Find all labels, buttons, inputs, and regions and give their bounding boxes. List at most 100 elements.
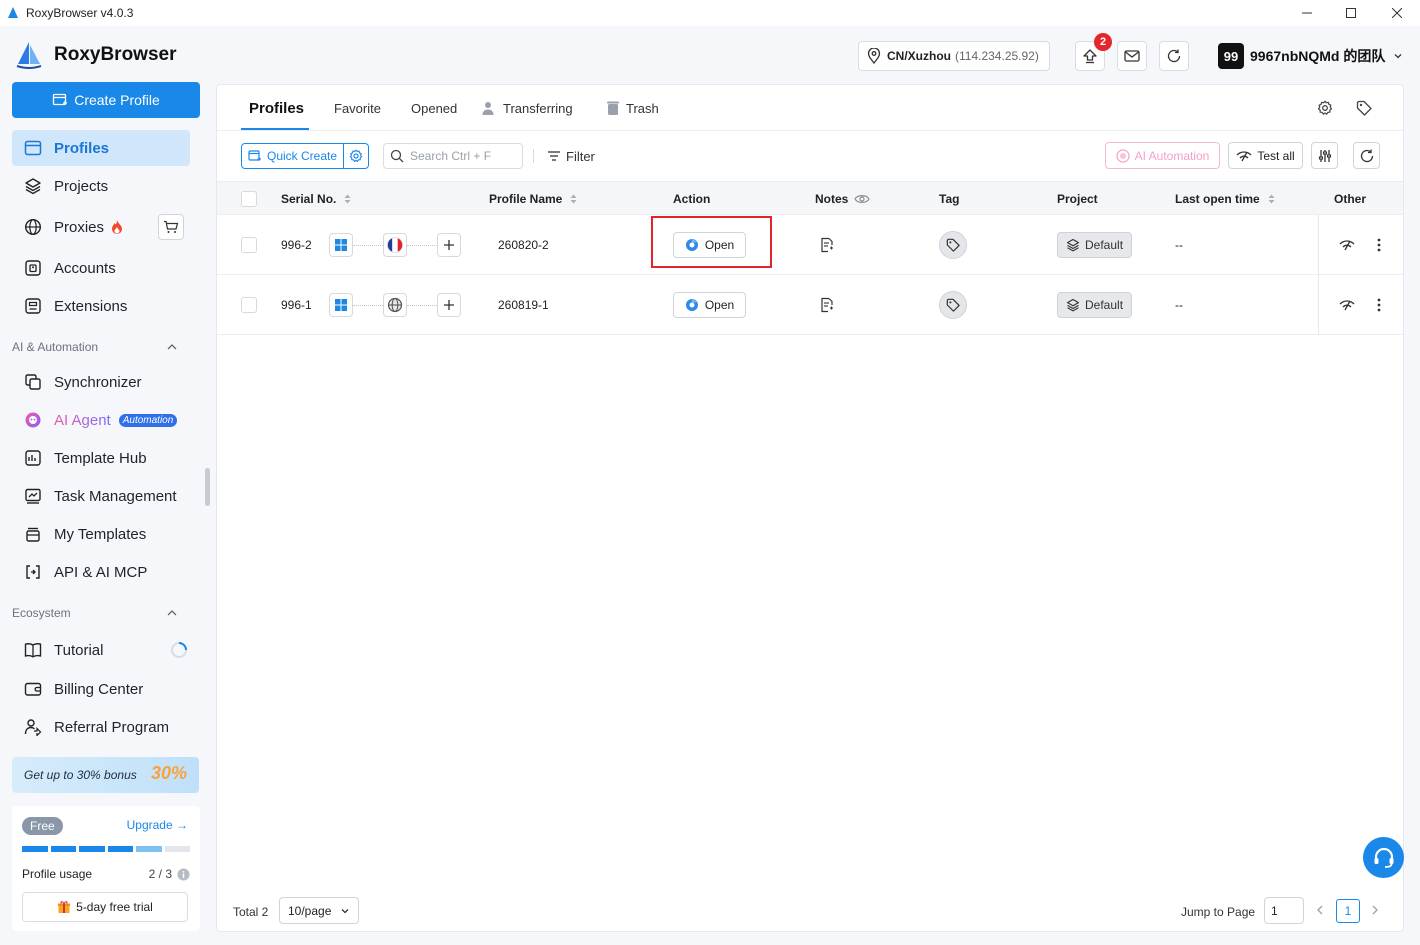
- filter-button[interactable]: Filter: [547, 143, 595, 169]
- refresh-icon: [1167, 49, 1181, 63]
- column-serial[interactable]: Serial No.: [281, 182, 351, 216]
- profile-name: 260819-1: [498, 298, 549, 312]
- add-tag-button[interactable]: [939, 231, 967, 259]
- upgrade-link[interactable]: Upgrade →: [127, 818, 188, 832]
- column-label: Notes: [815, 192, 849, 206]
- section-ai-automation[interactable]: AI & Automation: [12, 340, 190, 354]
- open-button[interactable]: Open: [673, 292, 746, 318]
- sliders-icon: [1318, 149, 1331, 162]
- column-other: Other: [1334, 182, 1366, 216]
- sidebar-scrollbar[interactable]: [205, 468, 210, 506]
- location-indicator[interactable]: CN/Xuzhou (114.234.25.92): [858, 41, 1050, 71]
- tab-transferring[interactable]: Transferring: [481, 85, 573, 131]
- maximize-button[interactable]: [1328, 0, 1374, 26]
- chain-connector: [407, 244, 437, 246]
- select-all-checkbox[interactable]: [241, 191, 257, 207]
- windows-icon: [335, 299, 347, 311]
- project-badge[interactable]: Default: [1057, 232, 1133, 258]
- info-icon[interactable]: [177, 868, 190, 881]
- sidebar-item-ai-agent[interactable]: AI Agent Automation: [12, 402, 190, 438]
- france-flag-icon: [387, 237, 403, 253]
- open-label: Open: [704, 298, 735, 312]
- add-tag-button[interactable]: [939, 291, 967, 319]
- usage-progress-bar: [22, 846, 190, 852]
- team-switcher[interactable]: 99 9967nbNQMd 的团队: [1218, 43, 1403, 69]
- sidebar-item-tutorial[interactable]: Tutorial: [12, 632, 190, 668]
- sidebar-item-referral-program[interactable]: Referral Program: [12, 709, 190, 745]
- project-badge[interactable]: Default: [1057, 292, 1133, 318]
- column-profile-name[interactable]: Profile Name: [489, 182, 577, 216]
- create-profile-button[interactable]: Create Profile: [12, 82, 200, 118]
- layers-icon: [24, 177, 42, 195]
- minimize-button[interactable]: [1284, 0, 1330, 26]
- add-button[interactable]: [437, 293, 461, 317]
- refresh-list-button[interactable]: [1353, 142, 1380, 169]
- sidebar-item-task-management[interactable]: Task Management: [12, 478, 190, 514]
- edit-note-icon[interactable]: [819, 297, 835, 313]
- quick-create-group: Quick Create: [241, 143, 370, 169]
- eye-icon[interactable]: [854, 193, 871, 205]
- column-separator: [1318, 275, 1319, 335]
- proxy-cart-button[interactable]: [158, 214, 184, 240]
- profile-name-cell: 260819-1: [498, 275, 549, 335]
- add-button[interactable]: [437, 233, 461, 257]
- sidebar-item-my-templates[interactable]: My Templates: [12, 516, 190, 552]
- table-row[interactable]: 996-2 260820-2 Open Default --: [217, 215, 1403, 275]
- sidebar-item-projects[interactable]: Projects: [12, 168, 190, 204]
- page-1-button[interactable]: 1: [1336, 899, 1360, 923]
- next-page-button[interactable]: [1368, 903, 1382, 917]
- account-icon: [24, 259, 42, 277]
- page-size-select[interactable]: 10/page: [279, 897, 359, 924]
- refresh-app-button[interactable]: [1159, 41, 1189, 71]
- sidebar-item-billing-center[interactable]: Billing Center: [12, 671, 190, 707]
- search-input[interactable]: [410, 149, 515, 163]
- test-all-button[interactable]: Test all: [1228, 142, 1303, 169]
- column-settings-button[interactable]: [1311, 142, 1338, 169]
- os-button[interactable]: [329, 293, 353, 317]
- ai-automation-button[interactable]: AI Automation: [1105, 142, 1220, 169]
- table-row[interactable]: 996-1 260819-1 Open Default --: [217, 275, 1403, 335]
- quick-create-settings-button[interactable]: [344, 144, 368, 168]
- tag-icon: [1356, 100, 1372, 116]
- prev-page-button[interactable]: [1313, 903, 1327, 917]
- section-ecosystem[interactable]: Ecosystem: [12, 606, 190, 620]
- sidebar-item-accounts[interactable]: Accounts: [12, 250, 190, 286]
- more-vertical-icon[interactable]: [1377, 298, 1381, 312]
- row-checkbox[interactable]: [241, 297, 257, 313]
- sidebar-item-template-hub[interactable]: Template Hub: [12, 440, 190, 476]
- plus-icon: [444, 300, 454, 310]
- roxy-logo-icon: [16, 42, 42, 69]
- task-icon: [24, 487, 42, 505]
- row-checkbox[interactable]: [241, 237, 257, 253]
- signal-test-icon[interactable]: [1339, 239, 1355, 251]
- proxy-button[interactable]: [383, 293, 407, 317]
- messages-button[interactable]: [1117, 41, 1147, 71]
- tab-trash[interactable]: Trash: [606, 85, 659, 131]
- update-button[interactable]: 2: [1075, 33, 1112, 71]
- close-button[interactable]: [1374, 0, 1420, 26]
- bonus-promo-banner[interactable]: Get up to 30% bonus 30%: [12, 757, 199, 793]
- tags-button[interactable]: [1355, 99, 1373, 117]
- column-last-open-time[interactable]: Last open time: [1175, 182, 1275, 216]
- sidebar-item-profiles[interactable]: Profiles: [12, 130, 190, 166]
- support-chat-button[interactable]: [1363, 837, 1404, 878]
- sidebar-item-synchronizer[interactable]: Synchronizer: [12, 364, 190, 400]
- minimize-icon: [1302, 12, 1312, 14]
- sort-icon: [344, 194, 351, 204]
- settings-button[interactable]: [1316, 99, 1334, 117]
- os-button[interactable]: [329, 233, 353, 257]
- jump-to-page-input[interactable]: [1264, 897, 1304, 924]
- tab-opened[interactable]: Opened: [411, 85, 457, 131]
- signal-test-icon[interactable]: [1339, 299, 1355, 311]
- tab-profiles[interactable]: Profiles: [249, 85, 304, 131]
- quick-create-button[interactable]: Quick Create: [242, 144, 345, 168]
- proxy-button[interactable]: [383, 233, 407, 257]
- tab-favorite[interactable]: Favorite: [334, 85, 381, 131]
- fire-icon: [112, 220, 123, 234]
- sidebar-item-api-mcp[interactable]: API & AI MCP: [12, 554, 190, 590]
- edit-note-icon[interactable]: [819, 237, 835, 253]
- sidebar-item-extensions[interactable]: Extensions: [12, 288, 190, 324]
- location-ip: (114.234.25.92): [955, 49, 1039, 63]
- free-trial-button[interactable]: 5-day free trial: [22, 892, 188, 922]
- more-vertical-icon[interactable]: [1377, 238, 1381, 252]
